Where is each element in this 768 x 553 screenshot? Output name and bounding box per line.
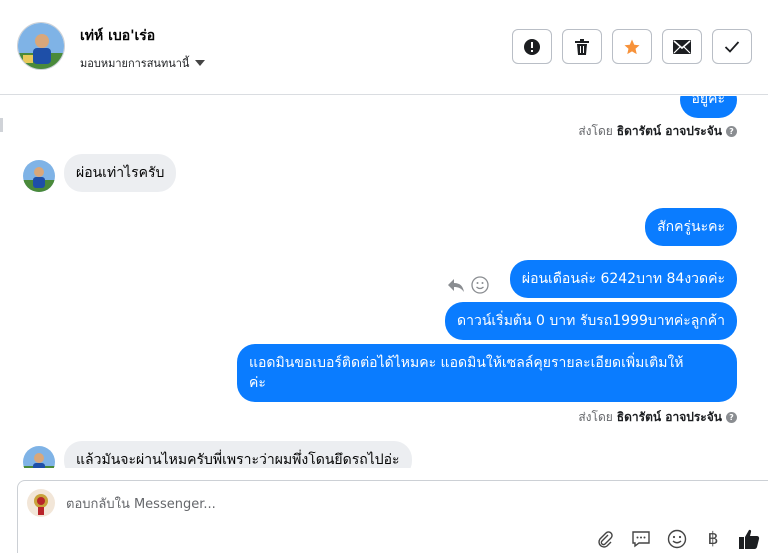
reply-input[interactable] (66, 493, 566, 515)
trash-icon (575, 38, 589, 55)
thumbs-up-icon (739, 529, 760, 549)
mark-done-button[interactable] (712, 29, 752, 64)
outgoing-message: อยู่คะ (679, 96, 737, 118)
emoji-react-icon[interactable] (471, 276, 489, 294)
mark-unread-button[interactable] (662, 29, 702, 64)
page-avatar (27, 489, 55, 517)
incoming-message: แล้วมันจะผ่านไหมครับพี่เพราะว่าผมพึ่งโดน… (64, 441, 412, 468)
assign-conversation-dropdown[interactable]: มอบหมายการสนทนานี้ (80, 54, 206, 72)
envelope-icon (673, 39, 691, 54)
sender-name[interactable]: ธิดารัตน์ อาจประจัน (617, 408, 722, 427)
assign-label: มอบหมายการสนทนานี้ (80, 57, 190, 70)
baht-icon: ฿ (707, 529, 719, 549)
message-line: แอดมินขอเบอร์ติดต่อได้ไหมคะ แอดมินให้เซล… (249, 355, 684, 371)
saved-replies-button[interactable] (630, 528, 652, 550)
alert-circle-icon (524, 38, 540, 55)
mark-spam-button[interactable] (512, 29, 552, 64)
like-button[interactable] (738, 528, 760, 550)
help-icon[interactable]: ? (726, 126, 737, 137)
contact-avatar-small[interactable] (23, 160, 55, 192)
message-thread: อยู่คะ ส่งโดย ธิดารัตน์ อาจประจัน ? ผ่อน… (0, 96, 768, 468)
conversation-header: เท่ห์ เบอ'เร่อ มอบหมายการสนทนานี้ (0, 0, 768, 95)
composer-tools: ฿ (594, 528, 760, 550)
contact-avatar[interactable] (17, 22, 65, 70)
message-line: ค่ะ (249, 375, 266, 391)
sent-by-label: ส่งโดย ธิดารัตน์ อาจประจัน ? (578, 122, 737, 141)
outgoing-message: ผ่อนเดือนล่ะ 6242บาท 84งวดค่ะ (509, 260, 737, 298)
contact-name: เท่ห์ เบอ'เร่อ (80, 28, 156, 44)
contact-avatar-small[interactable] (23, 446, 55, 468)
caret-down-icon (195, 60, 206, 66)
star-button[interactable] (612, 29, 652, 64)
paperclip-icon (598, 531, 613, 548)
star-icon (624, 39, 640, 54)
attachment-button[interactable] (594, 528, 616, 550)
chat-bubble-icon (632, 531, 650, 548)
sender-name[interactable]: ธิดารัตน์ อาจประจัน (617, 122, 722, 141)
help-icon[interactable]: ? (726, 412, 737, 423)
sent-by-label: ส่งโดย ธิดารัตน์ อาจประจัน ? (578, 408, 737, 427)
message-actions (447, 276, 489, 294)
check-icon (724, 40, 740, 53)
incoming-message: ผ่อนเท่าไรครับ (64, 154, 177, 192)
delete-button[interactable] (562, 29, 602, 64)
reply-composer: ฿ (17, 480, 768, 553)
reply-icon[interactable] (447, 277, 465, 293)
payment-button[interactable]: ฿ (702, 528, 724, 550)
header-actions (512, 29, 752, 64)
emoji-button[interactable] (666, 528, 688, 550)
smiley-icon (667, 529, 687, 549)
outgoing-message: ดาวน์เริ่มต้น 0 บาท รับรถ1999บาทค่ะลูกค้… (445, 302, 737, 340)
outgoing-message: สักครู่นะคะ (645, 208, 737, 246)
outgoing-message: แอดมินขอเบอร์ติดต่อได้ไหมคะ แอดมินให้เซล… (237, 344, 737, 402)
